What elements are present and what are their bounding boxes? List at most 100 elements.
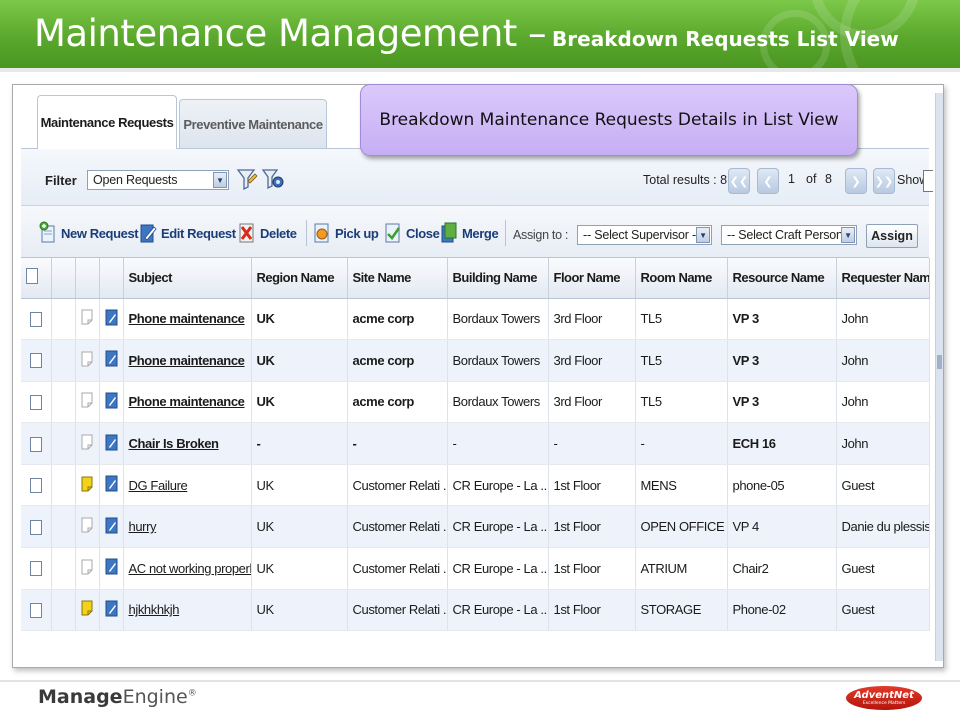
column-header-resource[interactable]: Resource Name <box>727 258 837 299</box>
subject-cell[interactable]: Phone maintenance <box>123 381 252 424</box>
edit-icon[interactable] <box>105 600 118 617</box>
select-all-checkbox-cell[interactable] <box>21 258 52 299</box>
filter-select[interactable]: Open Requests ▼ <box>87 170 229 190</box>
region-cell: UK <box>251 381 348 424</box>
column-header-building[interactable]: Building Name <box>447 258 549 299</box>
row-checkbox[interactable] <box>29 478 42 494</box>
row-checkbox-cell[interactable] <box>21 464 52 507</box>
row-checkbox-cell[interactable] <box>21 547 52 590</box>
column-header-floor[interactable]: Floor Name <box>548 258 636 299</box>
subject-cell[interactable]: DG Failure <box>123 464 252 507</box>
table-row[interactable]: Phone maintenance UK acme corp Bordaux Towe… <box>21 298 930 341</box>
filter-settings-icon[interactable] <box>262 167 286 193</box>
supervisor-select[interactable]: -- Select Supervisor -- ▼ <box>577 225 712 245</box>
row-checkbox[interactable] <box>29 395 42 411</box>
subject-cell[interactable]: Chair Is Broken <box>123 422 252 465</box>
pick-up-button[interactable]: Pick up <box>313 220 379 246</box>
row-checkbox[interactable] <box>29 602 42 618</box>
edit-request-button[interactable]: Edit Request <box>139 220 236 246</box>
first-page-button[interactable]: ❮❮ <box>728 168 750 194</box>
select-all-checkbox[interactable] <box>26 268 38 285</box>
subject-link[interactable]: DG Failure <box>129 478 188 493</box>
row-checkbox-cell[interactable] <box>21 381 52 424</box>
row-edit-cell[interactable] <box>99 422 124 465</box>
subject-cell[interactable]: Phone maintenance <box>123 298 252 341</box>
region-cell: UK <box>251 589 348 632</box>
table-row[interactable]: DG Failure UK Customer Relati ... CR Europe… <box>21 464 930 507</box>
adventnet-logo-name: AdventNet <box>854 689 914 701</box>
subject-link[interactable]: hjkhkhkjh <box>129 602 180 617</box>
chevron-down-icon[interactable]: ▼ <box>213 172 227 188</box>
row-edit-cell[interactable] <box>99 589 124 632</box>
table-row[interactable]: Chair Is Broken - - - - - ECH 16 John <box>21 422 930 465</box>
filter-edit-icon[interactable] <box>236 167 258 193</box>
show-per-page-select[interactable] <box>923 170 933 192</box>
next-page-button[interactable]: ❯ <box>845 168 867 194</box>
row-checkbox-cell[interactable] <box>21 298 52 341</box>
subject-link[interactable]: Phone maintenance <box>129 394 245 409</box>
column-header-room[interactable]: Room Name <box>635 258 728 299</box>
edit-icon[interactable] <box>105 309 118 326</box>
row-checkbox-cell[interactable] <box>21 505 52 549</box>
building-cell: Bordaux Towers <box>447 381 549 424</box>
previous-page-button[interactable]: ❮ <box>757 168 779 194</box>
subject-link[interactable]: hurry <box>129 519 157 534</box>
row-checkbox[interactable] <box>29 436 42 452</box>
delete-button[interactable]: Delete <box>238 220 297 246</box>
tab-preventive-maintenance[interactable]: Preventive Maintenance <box>179 99 327 148</box>
row-checkbox[interactable] <box>29 311 42 327</box>
edit-icon[interactable] <box>105 392 118 409</box>
last-page-button[interactable]: ❯❯ <box>873 168 895 194</box>
close-button[interactable]: Close <box>384 220 440 246</box>
row-checkbox[interactable] <box>29 353 42 369</box>
column-header-requester[interactable]: Requester Name <box>836 258 930 299</box>
region-cell: UK <box>251 339 348 382</box>
row-edit-cell[interactable] <box>99 381 124 424</box>
row-edit-cell[interactable] <box>99 464 124 507</box>
row-checkbox[interactable] <box>29 561 42 577</box>
row-checkbox-cell[interactable] <box>21 589 52 632</box>
scrollbar-grip[interactable] <box>937 355 942 369</box>
subject-link[interactable]: AC not working properly <box>129 561 251 576</box>
floor-cell: 3rd Floor <box>548 381 636 424</box>
row-edit-cell[interactable] <box>99 505 124 549</box>
row-checkbox-cell[interactable] <box>21 422 52 465</box>
row-edit-cell[interactable] <box>99 339 124 382</box>
subject-cell[interactable]: hurry <box>123 505 252 549</box>
table-row[interactable]: Phone maintenance UK acme corp Bordaux Towe… <box>21 339 930 382</box>
subject-link[interactable]: Phone maintenance <box>129 311 245 326</box>
edit-icon[interactable] <box>105 517 118 534</box>
filter-label: Filter <box>45 173 77 188</box>
column-header-subject[interactable]: Subject <box>123 258 252 299</box>
chevron-down-icon[interactable]: ▼ <box>841 227 855 243</box>
table-row[interactable]: hurry UK Customer Relati ... CR Europe - La… <box>21 505 930 549</box>
vertical-scrollbar[interactable] <box>935 93 943 661</box>
building-cell: CR Europe - La ... <box>447 547 549 590</box>
craft-person-select[interactable]: -- Select Craft Person ▼ <box>721 225 857 245</box>
subject-cell[interactable]: Phone maintenance <box>123 339 252 382</box>
row-edit-cell[interactable] <box>99 298 124 341</box>
table-row[interactable]: Phone maintenance UK acme corp Bordaux Towe… <box>21 381 930 424</box>
merge-button[interactable]: Merge <box>440 220 499 246</box>
edit-icon[interactable] <box>105 434 118 451</box>
subject-link[interactable]: Chair Is Broken <box>129 436 219 451</box>
chevron-down-icon[interactable]: ▼ <box>696 227 710 243</box>
subject-cell[interactable]: hjkhkhkjh <box>123 589 252 632</box>
edit-icon[interactable] <box>105 350 118 367</box>
row-edit-cell[interactable] <box>99 547 124 590</box>
subject-cell[interactable]: AC not working properly <box>123 547 252 590</box>
table-row[interactable]: AC not working properly UK Customer Relati… <box>21 547 930 590</box>
tab-maintenance-requests[interactable]: Maintenance Requests <box>37 95 177 149</box>
row-blank-cell <box>51 339 76 382</box>
subject-link[interactable]: Phone maintenance <box>129 353 245 368</box>
merge-label: Merge <box>462 225 499 241</box>
assign-button[interactable]: Assign <box>866 224 918 248</box>
edit-icon[interactable] <box>105 558 118 575</box>
table-row[interactable]: hjkhkhkjh UK Customer Relati ... CR Europe … <box>21 589 930 632</box>
edit-icon[interactable] <box>105 475 118 492</box>
row-checkbox[interactable] <box>29 519 42 535</box>
column-header-site[interactable]: Site Name <box>347 258 448 299</box>
row-checkbox-cell[interactable] <box>21 339 52 382</box>
column-header-region[interactable]: Region Name <box>251 258 348 299</box>
new-request-button[interactable]: New Request <box>39 220 139 246</box>
